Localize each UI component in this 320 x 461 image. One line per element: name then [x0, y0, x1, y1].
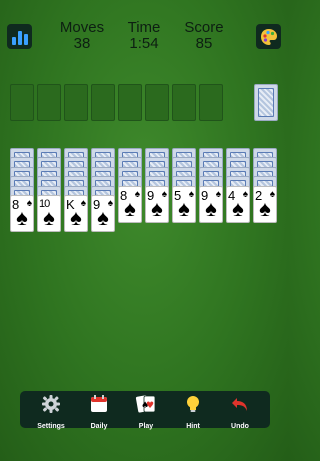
tableau-top-card[interactable]: 8 ♠ ♠ — [10, 195, 34, 232]
stats-button[interactable] — [7, 24, 32, 49]
play-label: Play — [138, 423, 154, 430]
tableau-top-card[interactable]: 9 ♠ ♠ — [91, 195, 115, 232]
lightbulb-icon — [170, 393, 216, 415]
foundation-slot — [199, 84, 223, 121]
spade-icon: ♠ — [259, 195, 271, 221]
gear-icon — [28, 393, 74, 415]
tableau-top-card[interactable]: K ♠ ♠ — [64, 195, 88, 232]
score-label: Score — [184, 19, 224, 36]
score-value: 85 — [195, 35, 213, 52]
foundation-slot — [172, 84, 196, 121]
bottom-toolbar: Settings Daily ♠ ♥ Play Hint Undo — [20, 391, 270, 430]
settings-button[interactable]: Settings — [28, 391, 74, 430]
spade-icon: ♠ — [151, 195, 163, 221]
moves-stat: Moves 38 — [58, 20, 106, 52]
bar-chart-icon-bar — [17, 31, 22, 45]
settings-label: Settings — [37, 423, 65, 430]
spade-icon: ♠ — [16, 205, 28, 230]
foundation-slot — [91, 84, 115, 121]
foundation-slot — [145, 84, 169, 121]
svg-text:♥: ♥ — [146, 401, 154, 411]
spade-icon: ♠ — [178, 195, 190, 221]
undo-button[interactable]: Undo — [217, 391, 263, 430]
daily-label: Daily — [90, 423, 108, 430]
spade-icon: ♠ — [124, 195, 136, 221]
palette-icon — [260, 28, 277, 45]
tableau-top-card[interactable]: 9 ♠ ♠ — [199, 185, 223, 223]
time-value: 1:54 — [129, 35, 159, 52]
tableau-top-card[interactable]: 10♠♠ — [37, 195, 61, 232]
tableau-top-card[interactable]: 9 ♠ ♠ — [145, 185, 169, 223]
foundation-slot — [64, 84, 88, 121]
play-button[interactable]: ♠ ♥ Play — [123, 391, 169, 430]
stock-card[interactable] — [254, 84, 278, 121]
undo-arrow-icon — [217, 393, 263, 415]
daily-button[interactable]: Daily — [76, 391, 122, 430]
foundation-slot — [118, 84, 142, 121]
theme-button[interactable] — [256, 24, 281, 49]
undo-label: Undo — [231, 423, 249, 430]
tableau-top-card[interactable]: 2 ♠ ♠ — [253, 185, 277, 223]
spade-icon: ♠ — [43, 205, 55, 230]
spade-icon: ♠ — [97, 205, 109, 230]
calendar-icon — [76, 393, 122, 415]
hint-button[interactable]: Hint — [170, 391, 216, 430]
time-label: Time — [127, 19, 161, 36]
bar-chart-icon-bar — [23, 34, 28, 45]
tableau-top-card[interactable]: 5 ♠ ♠ — [172, 185, 196, 223]
spade-icon: ♠ — [70, 205, 82, 230]
foundation-slot — [10, 84, 34, 121]
score-stat: Score 85 — [181, 20, 227, 52]
spade-icon: ♠ — [205, 195, 217, 221]
bar-chart-icon — [11, 37, 16, 45]
moves-label: Moves — [59, 19, 105, 36]
stock-pile[interactable] — [254, 84, 278, 121]
hint-label: Hint — [186, 423, 200, 430]
spade-icon: ♠ — [232, 195, 244, 221]
tableau-top-card[interactable]: 8 ♠ ♠ — [118, 185, 142, 223]
top-bar: Moves 38 Time 1:54 Score 85 — [0, 0, 288, 60]
time-stat: Time 1:54 — [122, 20, 166, 52]
cards-icon: ♠ ♥ — [123, 393, 169, 415]
moves-value: 38 — [73, 35, 91, 52]
tableau-top-card[interactable]: 4 ♠ ♠ — [226, 185, 250, 223]
foundation-slot — [37, 84, 61, 121]
